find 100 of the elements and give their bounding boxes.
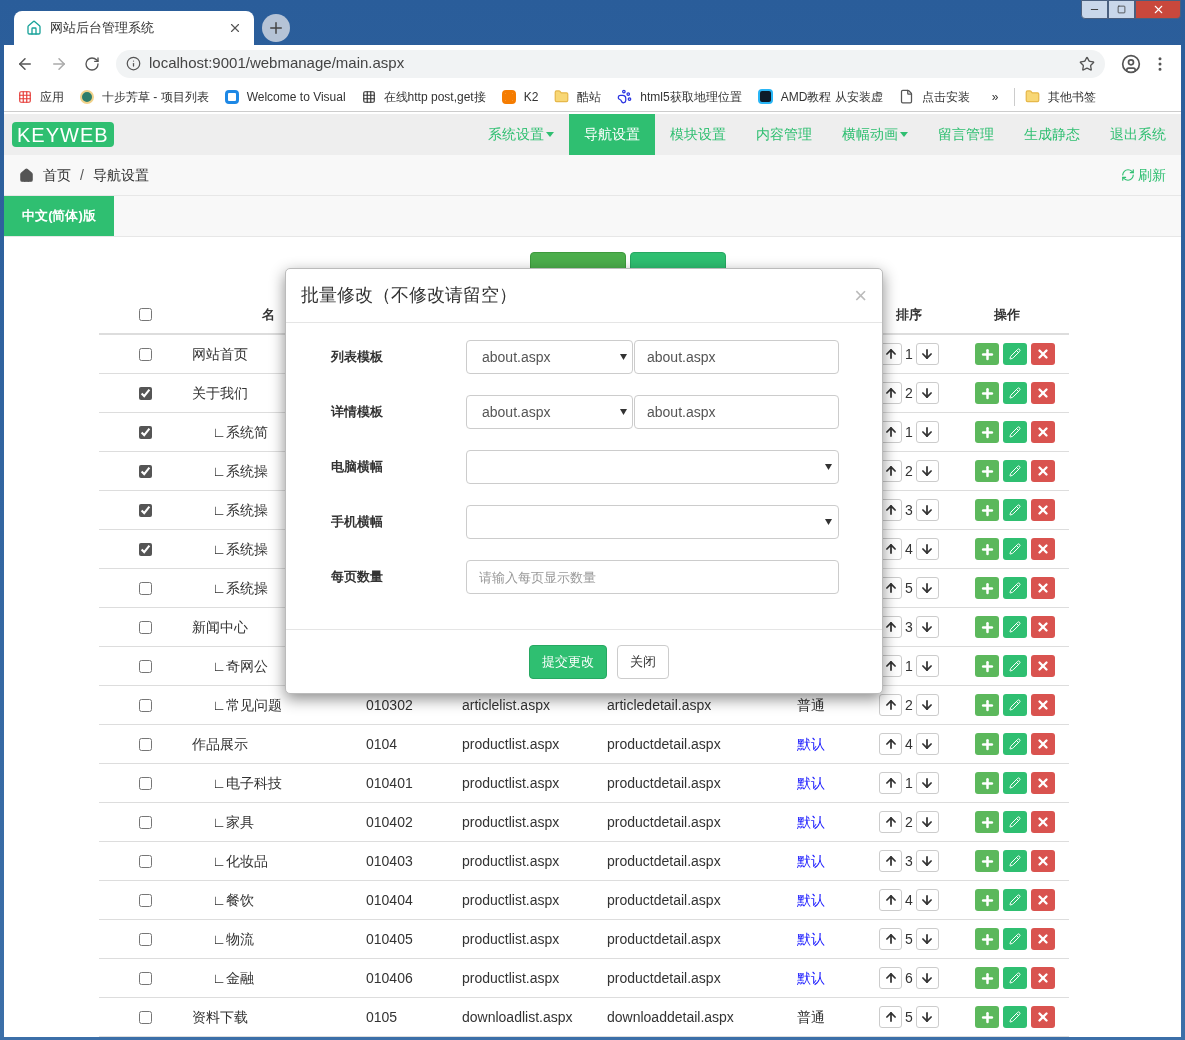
delete-button[interactable] xyxy=(1031,655,1055,677)
delete-button[interactable] xyxy=(1031,460,1055,482)
edit-button[interactable] xyxy=(1003,460,1027,482)
bookmark[interactable]: 在线http post,get接 xyxy=(361,87,486,106)
input-field[interactable]: about.aspx xyxy=(634,340,839,374)
move-down-button[interactable] xyxy=(915,538,939,560)
row-checkbox[interactable] xyxy=(139,932,152,946)
delete-button[interactable] xyxy=(1031,421,1055,443)
add-button[interactable] xyxy=(975,343,999,365)
edit-button[interactable] xyxy=(1003,382,1027,404)
row-checkbox[interactable] xyxy=(139,776,152,790)
select-field[interactable]: about.aspx xyxy=(466,395,633,429)
delete-button[interactable] xyxy=(1031,1006,1055,1028)
add-button[interactable] xyxy=(975,694,999,716)
delete-button[interactable] xyxy=(1031,382,1055,404)
row-checkbox[interactable] xyxy=(139,308,152,321)
move-up-button[interactable] xyxy=(879,889,902,911)
row-checkbox[interactable] xyxy=(139,737,152,751)
move-up-button[interactable] xyxy=(879,1006,902,1028)
add-button[interactable] xyxy=(975,733,999,755)
address-bar[interactable]: localhost:9001/webmanage/main.aspx xyxy=(116,49,1105,78)
move-down-button[interactable] xyxy=(915,577,939,599)
move-up-button[interactable] xyxy=(879,928,902,950)
delete-button[interactable] xyxy=(1031,889,1055,911)
move-down-button[interactable] xyxy=(915,655,939,677)
edit-button[interactable] xyxy=(1003,655,1027,677)
select-field[interactable]: about.aspx xyxy=(466,340,633,374)
bookmark[interactable]: 其他书签 xyxy=(1014,87,1097,106)
delete-button[interactable] xyxy=(1031,616,1055,638)
add-button[interactable] xyxy=(975,655,999,677)
move-down-button[interactable] xyxy=(915,382,939,404)
edit-button[interactable] xyxy=(1003,421,1027,443)
row-checkbox[interactable] xyxy=(139,698,152,712)
bookmark[interactable]: html5获取地理位置 xyxy=(617,87,742,106)
bookmark[interactable]: Welcome to Visual xyxy=(224,87,346,106)
move-down-button[interactable] xyxy=(915,967,939,989)
row-checkbox[interactable] xyxy=(139,464,152,478)
edit-button[interactable] xyxy=(1003,694,1027,716)
select-field[interactable] xyxy=(466,450,839,484)
delete-button[interactable] xyxy=(1031,850,1055,872)
move-down-button[interactable] xyxy=(915,928,939,950)
delete-button[interactable] xyxy=(1031,733,1055,755)
move-down-button[interactable] xyxy=(915,889,939,911)
edit-button[interactable] xyxy=(1003,889,1027,911)
edit-button[interactable] xyxy=(1003,850,1027,872)
edit-button[interactable] xyxy=(1003,343,1027,365)
close-icon[interactable] xyxy=(228,21,242,35)
star-icon[interactable] xyxy=(1079,55,1095,72)
delete-button[interactable] xyxy=(1031,967,1055,989)
breadcrumb-link[interactable]: 首页 xyxy=(43,164,71,186)
row-checkbox[interactable] xyxy=(139,347,152,361)
edit-button[interactable] xyxy=(1003,967,1027,989)
row-checkbox[interactable] xyxy=(139,815,152,829)
edit-button[interactable] xyxy=(1003,577,1027,599)
row-checkbox[interactable] xyxy=(139,542,152,556)
row-checkbox[interactable] xyxy=(139,503,152,517)
row-checkbox[interactable] xyxy=(139,386,152,400)
input-field[interactable]: about.aspx xyxy=(634,395,839,429)
move-down-button[interactable] xyxy=(915,850,939,872)
row-checkbox[interactable] xyxy=(139,971,152,985)
row-checkbox[interactable] xyxy=(139,1010,152,1024)
move-down-button[interactable] xyxy=(915,1006,939,1028)
bookmark[interactable]: 点击安装 xyxy=(898,87,970,106)
delete-button[interactable] xyxy=(1031,499,1055,521)
edit-button[interactable] xyxy=(1003,928,1027,950)
bookmark[interactable]: 酷站 xyxy=(554,87,602,106)
add-button[interactable] xyxy=(975,382,999,404)
row-checkbox[interactable] xyxy=(139,620,152,634)
move-down-button[interactable] xyxy=(915,811,939,833)
move-up-button[interactable] xyxy=(879,694,902,716)
add-button[interactable] xyxy=(975,421,999,443)
row-checkbox[interactable] xyxy=(139,659,152,673)
row-checkbox[interactable] xyxy=(139,581,152,595)
more-bookmarks[interactable]: » xyxy=(991,87,999,106)
bookmark[interactable]: AMD教程 从安装虚 xyxy=(757,87,883,106)
minimize-button[interactable] xyxy=(1081,0,1108,19)
reload-icon[interactable] xyxy=(84,55,100,72)
add-button[interactable] xyxy=(975,928,999,950)
bookmark[interactable]: 十步芳草 - 项目列表 xyxy=(80,87,209,106)
move-up-button[interactable] xyxy=(879,733,902,755)
move-down-button[interactable] xyxy=(915,694,939,716)
move-up-button[interactable] xyxy=(879,772,902,794)
edit-button[interactable] xyxy=(1003,772,1027,794)
delete-button[interactable] xyxy=(1031,928,1055,950)
delete-button[interactable] xyxy=(1031,343,1055,365)
move-down-button[interactable] xyxy=(915,616,939,638)
profile-icon[interactable] xyxy=(1121,53,1141,74)
row-checkbox[interactable] xyxy=(139,425,152,439)
delete-button[interactable] xyxy=(1031,772,1055,794)
add-button[interactable] xyxy=(975,577,999,599)
edit-button[interactable] xyxy=(1003,733,1027,755)
input-field[interactable]: 请输入每页显示数量 xyxy=(466,560,839,594)
add-button[interactable] xyxy=(975,460,999,482)
select-field[interactable] xyxy=(466,505,839,539)
browser-tab[interactable]: 网站后台管理系统 xyxy=(14,11,254,45)
new-tab-button[interactable] xyxy=(262,14,290,42)
add-button[interactable] xyxy=(975,772,999,794)
add-button[interactable] xyxy=(975,499,999,521)
delete-button[interactable] xyxy=(1031,694,1055,716)
edit-button[interactable] xyxy=(1003,811,1027,833)
